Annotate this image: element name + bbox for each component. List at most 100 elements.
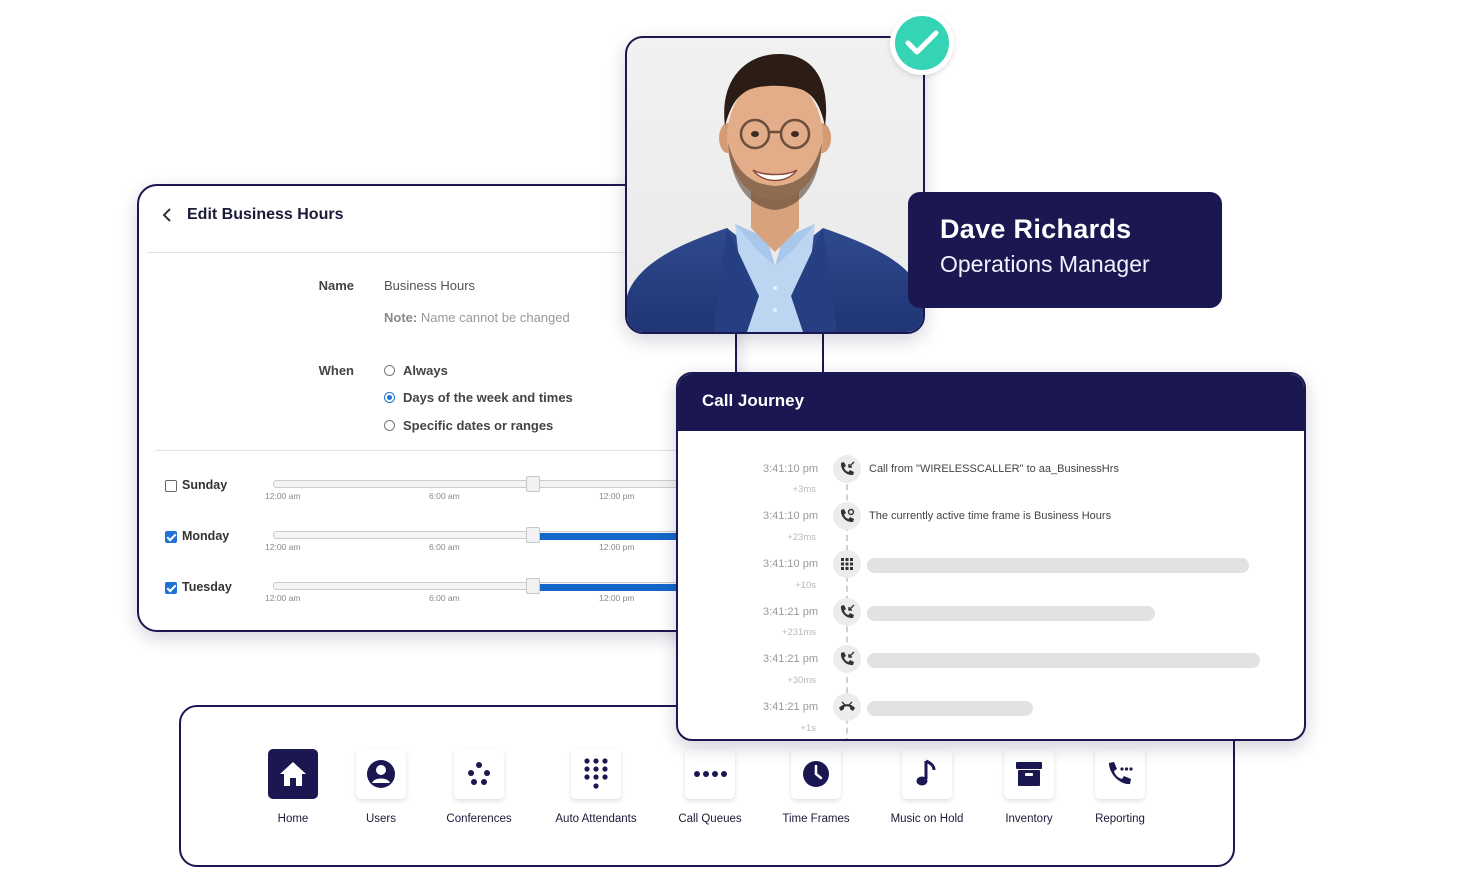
nav-item-call-queues[interactable]: Call Queues (655, 749, 765, 825)
day-label: Monday (182, 529, 230, 543)
incoming-call-icon (833, 598, 861, 626)
verified-badge (890, 11, 954, 75)
nav-label: Call Queues (678, 813, 742, 825)
slider-tick-label: 6:00 am (429, 542, 460, 552)
time-range-slider[interactable] (273, 578, 735, 594)
radio-always[interactable]: Always (384, 363, 448, 378)
nav-label: Auto Attendants (555, 813, 637, 825)
hangup-icon (833, 693, 861, 721)
nav-item-time-frames[interactable]: Time Frames (761, 749, 871, 825)
checkmark-icon (895, 16, 949, 70)
nav-label: Reporting (1095, 813, 1145, 825)
event-time: 3:41:21 pm (762, 701, 818, 713)
nav-item-users[interactable]: Users (326, 749, 436, 825)
nav-label: Music on Hold (890, 813, 964, 825)
call-journey-title: Call Journey (702, 391, 805, 410)
call-journey-header: Call Journey (678, 374, 1304, 431)
event-placeholder-bar (867, 701, 1033, 716)
nav-tile[interactable] (356, 749, 406, 799)
nav-tile[interactable] (571, 749, 621, 799)
connector-line (822, 333, 824, 375)
when-label: When (318, 363, 354, 378)
call-settings-icon (833, 502, 861, 530)
day-row-tuesday: Tuesday 12:00 am 6:00 am 12:00 pm (165, 578, 735, 622)
slider-tick-label: 12:00 pm (599, 491, 635, 501)
radio-days-of-week[interactable]: Days of the week and times (384, 390, 573, 405)
time-range-slider[interactable] (273, 527, 735, 543)
slider-tick-label: 12:00 pm (599, 593, 635, 603)
slider-handle[interactable] (526, 578, 540, 594)
note-prefix: Note: (384, 310, 418, 325)
music-icon (916, 759, 936, 786)
radio-specific-dates[interactable]: Specific dates or ranges (384, 418, 553, 433)
monday-checkbox[interactable] (165, 531, 177, 543)
event-delta: +1s (800, 723, 816, 734)
nav-label: Home (277, 813, 309, 825)
radio-label: Specific dates or ranges (403, 418, 554, 433)
event-delta: +10s (795, 580, 816, 591)
back-chevron-icon[interactable] (161, 207, 173, 223)
event-time: 3:41:21 pm (762, 653, 818, 665)
nav-tile[interactable] (902, 749, 952, 799)
nav-item-reporting[interactable]: Reporting (1065, 749, 1175, 825)
slider-tick-label: 12:00 am (265, 542, 301, 552)
event-placeholder-bar (867, 558, 1249, 573)
radio-label: Always (403, 363, 448, 378)
note-text: Name cannot be changed (417, 310, 570, 325)
nav-tile[interactable] (1095, 749, 1145, 799)
tuesday-checkbox[interactable] (165, 582, 177, 594)
nav-label: Conferences (446, 813, 512, 825)
nav-tile[interactable] (454, 749, 504, 799)
event-delta: +231ms (781, 627, 816, 638)
nav-tile[interactable] (685, 749, 735, 799)
nav-tile[interactable] (791, 749, 841, 799)
keypad-icon (584, 758, 608, 789)
radio-button-selected[interactable] (384, 392, 395, 403)
event-time: 3:41:21 pm (762, 606, 818, 618)
nav-tile[interactable] (1004, 749, 1054, 799)
slider-tick-label: 12:00 am (265, 593, 301, 603)
event-time: 3:41:10 pm (762, 558, 818, 570)
incoming-call-icon (833, 455, 861, 483)
profile-name-card: Dave Richards Operations Manager (908, 192, 1222, 308)
nav-item-auto-attendants[interactable]: Auto Attendants (541, 749, 651, 825)
event-placeholder-bar (867, 653, 1260, 668)
nav-label: Inventory (1005, 813, 1053, 825)
event-time: 3:41:10 pm (762, 510, 818, 522)
slider-tick-label: 12:00 am (265, 491, 301, 501)
event-delta: +23ms (787, 532, 816, 543)
event-time: 3:41:10 pm (762, 463, 818, 475)
person-role: Operations Manager (940, 251, 1150, 277)
slider-tick-label: 6:00 am (429, 491, 460, 501)
event-text: The currently active time frame is Busin… (869, 510, 1112, 522)
slider-handle[interactable] (526, 527, 540, 543)
nav-tile[interactable] (268, 749, 318, 799)
time-range-slider[interactable] (273, 476, 735, 492)
nav-item-music-on-hold[interactable]: Music on Hold (872, 749, 982, 825)
radio-button[interactable] (384, 365, 395, 376)
nav-item-conferences[interactable]: Conferences (424, 749, 534, 825)
day-label: Sunday (182, 478, 228, 492)
incoming-call-icon (833, 645, 861, 673)
radio-label: Days of the week and times (403, 390, 573, 405)
radio-button[interactable] (384, 420, 395, 431)
divider (155, 450, 735, 451)
name-label: Name (318, 278, 354, 293)
name-note: Note: Name cannot be changed (384, 310, 570, 325)
user-icon (367, 760, 395, 788)
sunday-checkbox[interactable] (165, 480, 177, 492)
page-title: Edit Business Hours (187, 206, 344, 223)
conference-icon (468, 762, 490, 785)
panel-header: Edit Business Hours (161, 206, 343, 224)
slider-handle[interactable] (526, 476, 540, 492)
person-photo-illustration (627, 54, 923, 332)
profile-photo (625, 36, 925, 334)
day-row-monday: Monday 12:00 am 6:00 am 12:00 pm (165, 527, 735, 571)
nav-label: Users (365, 813, 397, 825)
clock-icon (803, 761, 829, 787)
archive-icon (1016, 762, 1042, 786)
home-icon (280, 762, 306, 786)
queue-icon (694, 771, 727, 777)
event-delta: +30ms (787, 675, 816, 686)
keypad-icon (833, 550, 861, 578)
